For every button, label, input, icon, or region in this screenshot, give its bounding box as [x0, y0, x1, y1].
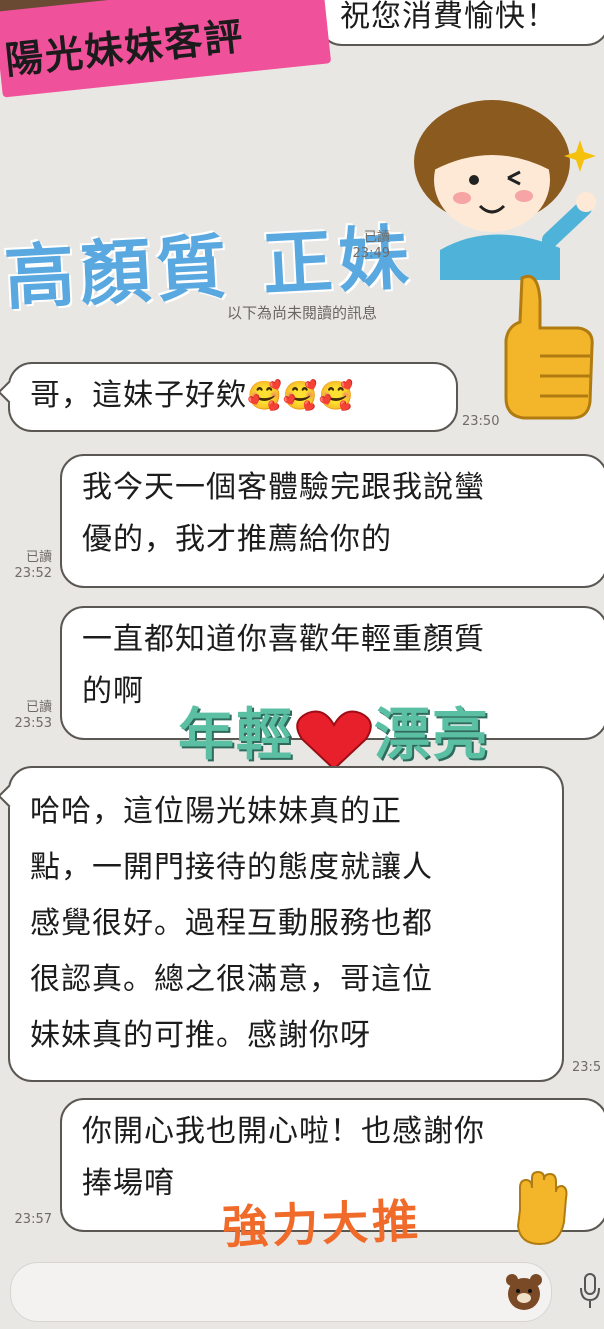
read-status: 已讀 [25, 550, 52, 565]
overlay-phrase: 年輕 漂亮 [178, 690, 490, 771]
message-line: 妹妹真的可推。感謝你呀 [30, 1018, 371, 1053]
message-line: 很認真。總之很滿意，哥這位 [30, 962, 433, 997]
message-line: 感覺很好。過程互動服務也都 [30, 906, 433, 941]
overlay-phrase-b: 漂亮 [374, 703, 490, 768]
raised-hand-icon [510, 1170, 570, 1246]
message-bubble-outgoing: 我今天一個客體驗完跟我說蠻 優的，我才推薦給你的 [60, 454, 604, 588]
read-status: 已讀 [363, 230, 390, 245]
read-status: 已讀 [25, 700, 52, 715]
message-bubble-top: 祝您消費愉快！ [318, 0, 604, 46]
message-time: 23:49 [352, 246, 390, 261]
message-line: 哈哈，這位陽光妹妹真的正 [30, 794, 402, 829]
message-text: 祝您消費愉快！ [340, 0, 557, 34]
message-time: 23:53 [14, 716, 52, 731]
message-meta: 已讀 23:53 [0, 700, 52, 732]
message-text: 哥，這妹子好欸 [30, 378, 247, 413]
message-line: 點，一開門接待的態度就讓人 [30, 850, 433, 885]
smiling-hearts-emoji: 🥰🥰🥰 [247, 379, 355, 412]
message-bubble-incoming: 哈哈，這位陽光妹妹真的正 點，一開門接待的態度就讓人 感覺很好。過程互動服務也都… [8, 766, 564, 1082]
message-time: 23:5 [572, 1060, 602, 1075]
microphone-icon[interactable] [578, 1272, 602, 1312]
heart-icon [294, 709, 374, 771]
message-line: 你開心我也開心啦！也感謝你 [82, 1114, 485, 1149]
overlay-phrase-a: 年輕 [178, 703, 294, 768]
message-meta: 已讀 23:52 [0, 550, 52, 582]
thumbs-up-icon [494, 270, 598, 422]
message-line: 優的，我才推薦給你的 [82, 522, 392, 557]
overlay-phrase-orange: 強力大推 [221, 1193, 423, 1255]
message-line: 我今天一個客體驗完跟我說蠻 [82, 470, 485, 505]
message-bubble-incoming: 哥，這妹子好欸🥰🥰🥰 [8, 362, 458, 432]
message-line: 一直都知道你喜歡年輕重顏質 [82, 622, 485, 657]
bear-sticker-icon[interactable] [504, 1272, 544, 1312]
message-time: 23:50 [462, 414, 500, 429]
message-meta: 已讀 23:49 [340, 230, 390, 262]
unread-divider: 以下為尚未閱讀的訊息 [226, 304, 377, 322]
girl-sticker-icon [400, 80, 600, 280]
message-time: 23:57 [14, 1212, 52, 1227]
message-input[interactable] [10, 1262, 552, 1322]
message-time: 23:52 [14, 566, 52, 581]
